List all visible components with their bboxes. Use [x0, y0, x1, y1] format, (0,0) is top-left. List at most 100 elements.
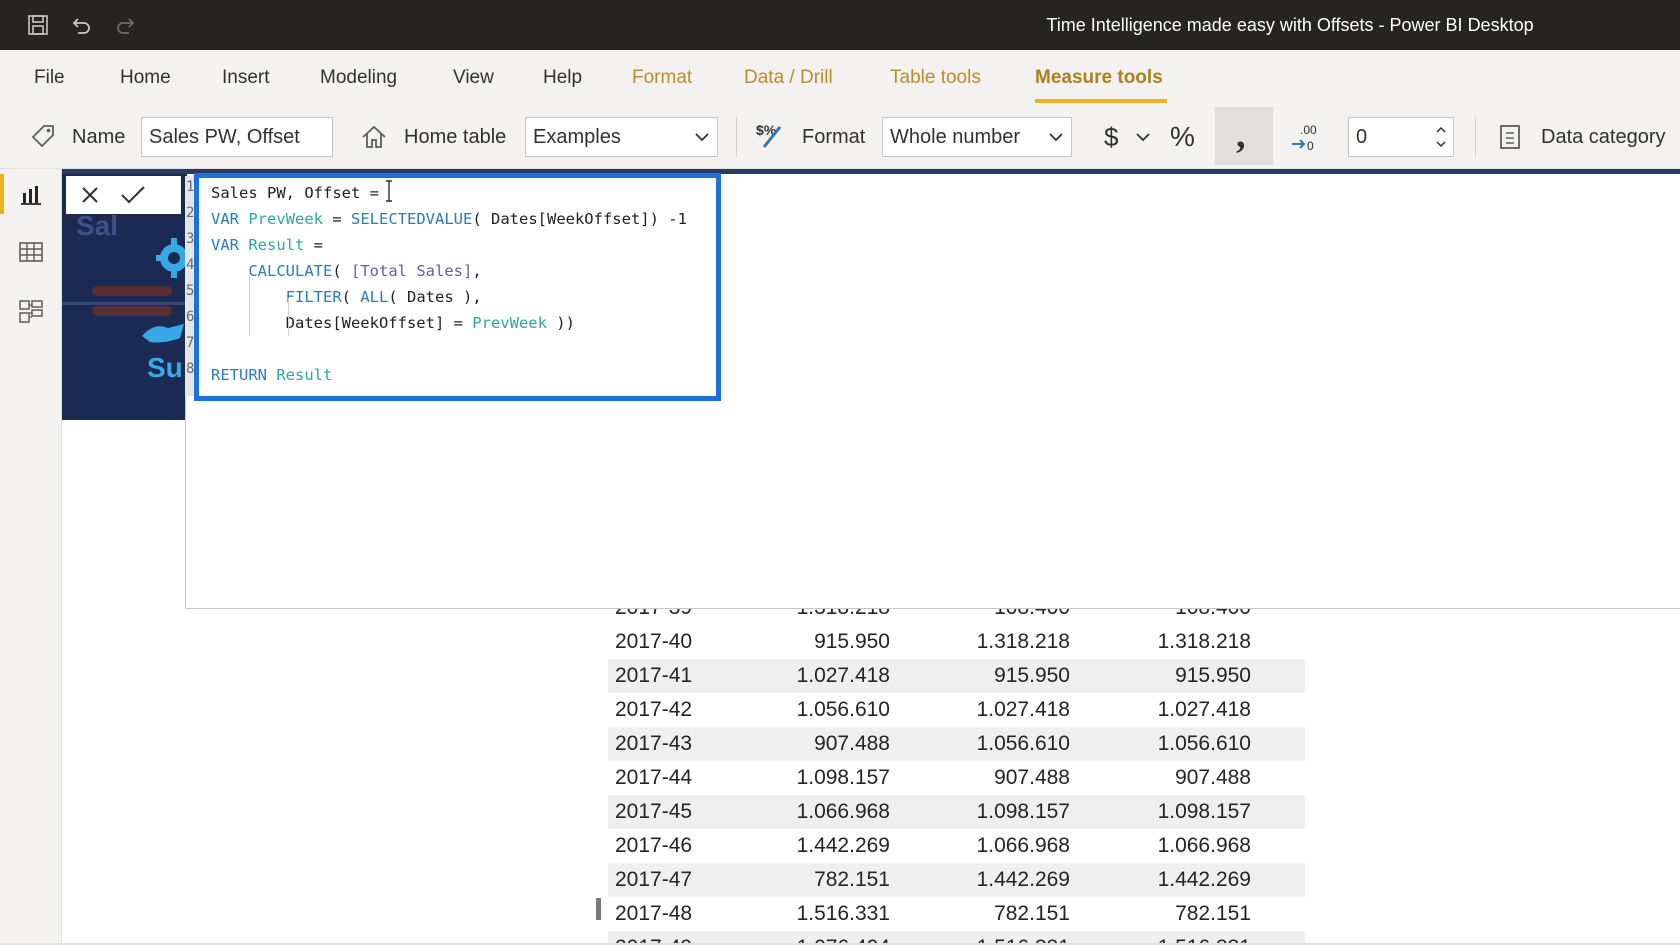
menu-measure-tools[interactable]: Measure tools: [1035, 50, 1163, 105]
data-category-icon: [1495, 121, 1525, 153]
table-row: 2017-46 1.442.269 1.066.968 1.066.968: [608, 829, 1305, 863]
table-cell: 915.950: [994, 664, 1070, 687]
format-currency-icon: $%: [754, 119, 788, 153]
table-cell: 1.318.218: [976, 630, 1070, 653]
table-cell: 108.400: [994, 609, 1070, 625]
formula-actions: [66, 176, 181, 214]
chevron-down-icon: [1049, 118, 1063, 169]
banner-line: [62, 302, 187, 305]
cancel-icon[interactable]: [74, 180, 106, 210]
ribbon: Name Sales PW, Offset Home table Example…: [0, 105, 1680, 169]
format-value: Whole number: [890, 126, 1021, 148]
menu-table-tools[interactable]: Table tools: [890, 50, 981, 105]
commit-check-icon[interactable]: [117, 180, 149, 210]
table-cell: 2017-43: [615, 732, 693, 755]
name-input[interactable]: Sales PW, Offset: [141, 117, 333, 157]
home-icon: [358, 121, 390, 153]
table-cell: 2017-44: [615, 766, 693, 789]
svg-text:.00: .00: [1300, 123, 1317, 137]
table-visual[interactable]: 2017-39 1.318.218 108.400 108.400 2017-4…: [598, 609, 1308, 945]
svg-text:,: ,: [1236, 119, 1246, 153]
active-view-indicator: [0, 174, 4, 214]
table-cell: 782.151: [1175, 902, 1251, 925]
menu-file[interactable]: File: [34, 50, 65, 105]
menu-view[interactable]: View: [453, 50, 494, 105]
undo-icon[interactable]: [66, 10, 96, 40]
table-cell: 1.442.269: [1157, 868, 1251, 891]
table-cell: 1.442.269: [976, 868, 1070, 891]
table-cell: 915.950: [1175, 664, 1251, 687]
redo-icon[interactable]: [111, 10, 141, 40]
ribbon-separator: [736, 117, 737, 157]
menu-insert[interactable]: Insert: [222, 50, 270, 105]
table-cell: 907.488: [994, 766, 1070, 789]
report-view-icon[interactable]: [17, 180, 45, 208]
menu-modeling[interactable]: Modeling: [320, 50, 397, 105]
table-row: 2017-40 915.950 1.318.218 1.318.218: [608, 625, 1305, 659]
table-cell: 2017-42: [615, 698, 693, 721]
table-cell: 782.151: [814, 868, 890, 891]
chevron-down-icon: [695, 118, 709, 169]
table-cell: 1.066.968: [976, 834, 1070, 857]
table-cell: 1.516.331: [796, 902, 890, 925]
table-cell: 1.027.418: [796, 664, 890, 687]
table-row: 2017-48 1.516.331 782.151 782.151: [608, 897, 1305, 931]
tag-icon: [28, 121, 58, 151]
table-cell: 2017-48: [615, 902, 693, 925]
table-row: 2017-45 1.066.968 1.098.157 1.098.157: [608, 795, 1305, 829]
decimal-places-input[interactable]: 0: [1348, 117, 1454, 157]
gear-icon: [156, 238, 187, 278]
home-table-value: Examples: [533, 126, 621, 148]
home-table-dropdown[interactable]: Examples: [525, 117, 718, 157]
table-cell: 108.400: [1175, 609, 1251, 625]
table-row: 2017-47 782.151 1.442.269 1.442.269: [608, 863, 1305, 897]
banner-ghost-text: Sal: [76, 210, 119, 241]
currency-button[interactable]: $: [1104, 105, 1118, 169]
svg-text:0: 0: [1307, 139, 1314, 153]
table-cell: 1.056.610: [796, 698, 890, 721]
table-row: 2017-43 907.488 1.056.610 1.056.610: [608, 727, 1305, 761]
table-cell: 2017-39: [615, 609, 692, 625]
format-dropdown[interactable]: Whole number: [882, 117, 1072, 157]
table-cell: 1.027.418: [976, 698, 1070, 721]
banner-decoration: [92, 286, 172, 296]
table-cell: 915.950: [814, 630, 890, 653]
menu-help[interactable]: Help: [543, 50, 582, 105]
table-cell: 1.066.968: [796, 800, 890, 823]
table-cell: 1.098.157: [976, 800, 1070, 823]
highlight-frame: [194, 173, 721, 401]
title-bar: Time Intelligence made easy with Offsets…: [0, 0, 1680, 50]
menu-data-drill[interactable]: Data / Drill: [744, 50, 833, 105]
active-tab-indicator: [1035, 99, 1167, 103]
table-cell: 2017-47: [615, 868, 693, 891]
menu-format[interactable]: Format: [632, 50, 692, 105]
view-rail: [0, 169, 62, 945]
data-view-icon[interactable]: [17, 238, 45, 266]
table-cell: 1.027.418: [1157, 698, 1251, 721]
spinner-icon[interactable]: [1435, 118, 1447, 169]
power-bi-window: Time Intelligence made easy with Offsets…: [0, 0, 1680, 945]
text-cursor-icon: [386, 180, 392, 202]
chevron-down-icon[interactable]: [1134, 127, 1152, 147]
table-row: 2017-44 1.098.157 907.488 907.488: [608, 761, 1305, 795]
table-row: 2017-39 1.318.218 108.400 108.400: [608, 609, 1305, 625]
model-view-icon[interactable]: [17, 297, 45, 325]
save-icon[interactable]: [23, 10, 53, 40]
percent-button[interactable]: %: [1170, 105, 1195, 169]
table-cell: 1.098.157: [796, 766, 890, 789]
home-table-label: Home table: [404, 126, 507, 148]
hand-icon: [142, 324, 184, 343]
ribbon-separator: [1475, 117, 1476, 157]
table-cell: 1.056.610: [976, 732, 1070, 755]
name-label: Name: [72, 126, 126, 148]
menu-home[interactable]: Home: [120, 50, 171, 105]
table-cell: 2017-46: [615, 834, 693, 857]
data-category-label[interactable]: Data category: [1541, 105, 1666, 169]
table-cell: 1.056.610: [1157, 732, 1251, 755]
decrease-decimals-icon[interactable]: .00 0: [1288, 119, 1322, 155]
resize-handle[interactable]: [596, 898, 601, 920]
table-row: 2017-42 1.056.610 1.027.418 1.027.418: [608, 693, 1305, 727]
table-cell: 1.442.269: [796, 834, 890, 857]
table-cell: 1.098.157: [1157, 800, 1251, 823]
comma-style-icon[interactable]: ,: [1215, 107, 1273, 165]
